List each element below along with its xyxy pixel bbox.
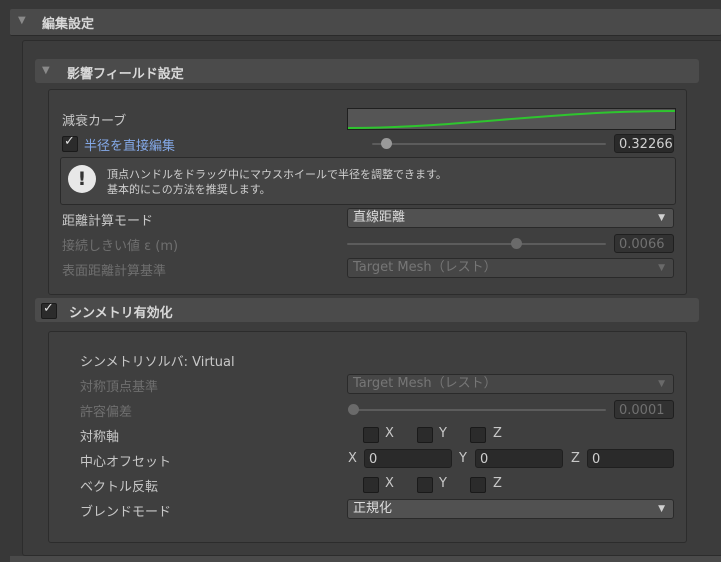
symmetry-enable-checkbox[interactable] [41, 301, 57, 319]
offset-x-label: X [348, 451, 357, 466]
vector-flip-label: ベクトル反転 [80, 480, 159, 495]
symmetry-solver-label: シンメトリソルバ: Virtual [80, 355, 235, 370]
flip-z-checkbox[interactable] [470, 477, 486, 493]
offset-y-field[interactable]: 0 [475, 449, 563, 468]
symmetry-title: シンメトリ有効化 [69, 306, 173, 321]
tolerance-label: 許容偏差 [80, 405, 133, 420]
falloff-curve-field[interactable] [347, 108, 676, 130]
threshold-label: 接続しきい値 ε (m) [62, 239, 179, 254]
help-box: ! 頂点ハンドルをドラッグ中にマウスホイールで半径を調整できます。 基本的にこの… [60, 157, 676, 205]
flip-x-checkbox[interactable] [363, 477, 379, 493]
next-section-header[interactable] [10, 556, 721, 562]
axis-y-label: Y [439, 426, 447, 441]
threshold-slider-track[interactable] [347, 243, 606, 245]
blend-mode-label: ブレンドモード [80, 505, 172, 520]
edit-settings-header[interactable]: ▼ 編集設定 [10, 9, 721, 36]
surface-basis-dropdown[interactable]: Target Mesh（レスト） ▼ [347, 258, 674, 278]
flip-y-checkbox[interactable] [417, 477, 433, 493]
offset-z-label: Z [571, 451, 580, 466]
falloff-curve-label: 減衰カーブ [62, 114, 127, 129]
vertex-basis-label: 対称頂点基準 [80, 380, 159, 395]
radius-slider-track[interactable] [372, 143, 606, 145]
axis-x-label: X [385, 426, 394, 441]
radius-value-field[interactable]: 0.32266 [614, 134, 674, 153]
direct-radius-label: 半径を直接編集 [84, 139, 176, 154]
tolerance-value-field[interactable]: 0.0001 [614, 400, 674, 419]
dropdown-arrow-icon: ▼ [658, 263, 665, 273]
tolerance-slider-thumb[interactable] [348, 404, 359, 415]
symmetry-axis-label: 対称軸 [80, 430, 120, 445]
distance-mode-label: 距離計算モード [62, 214, 154, 229]
surface-basis-value: Target Mesh（レスト） [353, 260, 497, 275]
dropdown-arrow-icon: ▼ [658, 213, 665, 223]
info-exclamation-icon: ! [68, 165, 96, 193]
help-text-line2: 基本的にこの方法を推奨します。 [107, 183, 271, 196]
dropdown-arrow-icon: ▼ [658, 504, 665, 514]
axis-z-label: Z [493, 426, 502, 441]
blend-mode-dropdown[interactable]: 正規化 ▼ [347, 499, 674, 519]
offset-x-field[interactable]: 0 [364, 449, 452, 468]
influence-field-title: 影響フィールド設定 [67, 67, 184, 82]
collapse-triangle-icon[interactable]: ▼ [42, 65, 50, 76]
influence-field-header[interactable]: ▼ 影響フィールド設定 [35, 59, 699, 83]
axis-z-checkbox[interactable] [470, 427, 486, 443]
flip-y-label: Y [439, 476, 447, 491]
threshold-value-field[interactable]: 0.0066 [614, 234, 674, 253]
offset-z-field[interactable]: 0 [587, 449, 674, 468]
flip-z-label: Z [493, 476, 502, 491]
help-text-line1: 頂点ハンドルをドラッグ中にマウスホイールで半径を調整できます。 [107, 168, 447, 181]
surface-basis-label: 表面距離計算基準 [62, 264, 167, 279]
radius-slider-thumb[interactable] [380, 138, 392, 149]
center-offset-label: 中心オフセット [80, 455, 172, 470]
distance-mode-value: 直線距離 [353, 210, 406, 225]
symmetry-header[interactable]: シンメトリ有効化 [35, 298, 699, 322]
vertex-basis-value: Target Mesh（レスト） [353, 376, 497, 391]
direct-radius-checkbox[interactable] [62, 134, 78, 152]
blend-mode-value: 正規化 [353, 501, 393, 516]
tolerance-slider-track[interactable] [350, 409, 606, 411]
edit-settings-title: 編集設定 [42, 17, 95, 32]
flip-x-label: X [385, 476, 394, 491]
axis-x-checkbox[interactable] [363, 427, 379, 443]
offset-y-label: Y [459, 451, 467, 466]
axis-y-checkbox[interactable] [417, 427, 433, 443]
distance-mode-dropdown[interactable]: 直線距離 ▼ [347, 208, 674, 228]
threshold-slider-thumb[interactable] [510, 238, 522, 249]
dropdown-arrow-icon: ▼ [658, 379, 665, 389]
falloff-curve-graph [348, 110, 675, 129]
vertex-basis-dropdown[interactable]: Target Mesh（レスト） ▼ [347, 374, 674, 394]
collapse-triangle-icon[interactable]: ▼ [18, 15, 26, 26]
